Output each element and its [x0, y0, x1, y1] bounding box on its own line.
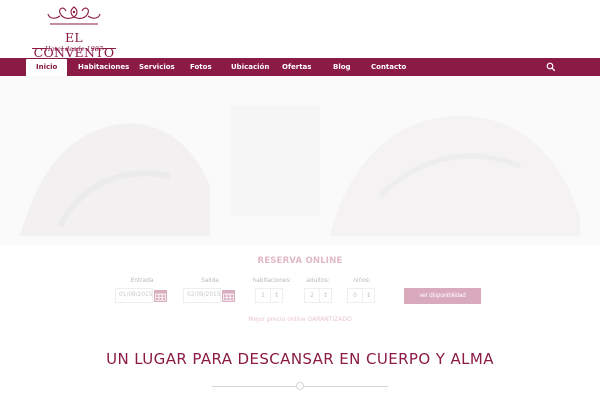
nav-item-ubicacion[interactable]: Ubicación [231, 58, 269, 76]
checkout-label: Salida [201, 278, 219, 284]
price-guarantee-text: Mejor precio online GARANTIZADO [248, 316, 352, 323]
rooms-select-arrow[interactable]: ↕ [271, 288, 283, 303]
nav-item-inicio[interactable]: Inicio [26, 59, 68, 76]
nav-item-servicios[interactable]: Servicios [139, 58, 175, 76]
logo-ornament-icon [47, 6, 101, 25]
search-icon[interactable] [546, 62, 556, 72]
nav-item-blog[interactable]: Blog [333, 58, 351, 76]
hero-photo-silhouette [20, 106, 580, 236]
nav-item-habitaciones[interactable]: Habitaciones [78, 58, 129, 76]
calendar-icon[interactable] [154, 289, 167, 302]
check-availability-button[interactable]: ver disponibilidad [404, 288, 481, 304]
main-nav: Inicio Habitaciones Servicios Fotos Ubic… [0, 58, 600, 76]
page-tagline: UN LUGAR PARA DESCANSAR EN CUERPO Y ALMA [106, 350, 494, 368]
hero-image [0, 76, 600, 246]
checkin-input[interactable]: 01/09/2015 [115, 288, 153, 303]
children-select-arrow[interactable]: ↕ [363, 288, 375, 303]
logo-sub-line-right [102, 48, 116, 49]
nav-item-contacto[interactable]: Contacto [371, 58, 406, 76]
checkin-label: Entrada [130, 278, 154, 284]
adults-label: adultos: [306, 278, 330, 284]
adults-select[interactable]: 2 [304, 288, 320, 303]
nav-item-fotos[interactable]: Fotos [190, 58, 212, 76]
divider-ornament-icon [296, 382, 304, 390]
logo-subtitle: Hotel desde 1987 [44, 45, 104, 53]
hotel-logo[interactable]: EL CONVENTO Hotel desde 1987 [24, 4, 124, 60]
booking-title: RESERVA ONLINE [257, 256, 343, 266]
adults-select-arrow[interactable]: ↕ [320, 288, 332, 303]
children-label: niños: [353, 278, 371, 284]
rooms-label: habitaciones: [252, 278, 292, 284]
children-select[interactable]: 0 [347, 288, 363, 303]
checkout-input[interactable]: 02/09/2015 [183, 288, 221, 303]
rooms-select[interactable]: 1 [255, 288, 271, 303]
calendar-icon[interactable] [222, 289, 235, 302]
site-header: EL CONVENTO Hotel desde 1987 [0, 0, 600, 60]
nav-item-ofertas[interactable]: Ofertas [282, 58, 311, 76]
